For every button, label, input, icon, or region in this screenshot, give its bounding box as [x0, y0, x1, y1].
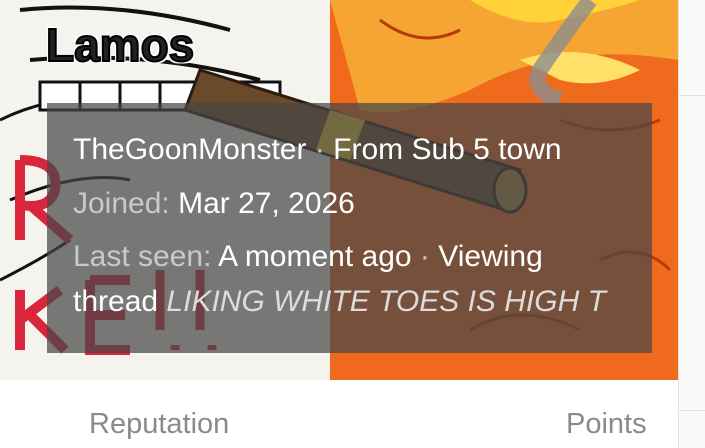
joined-line: Joined: Mar 27, 2026	[73, 187, 355, 221]
profile-stats-bar: Reputation Points	[0, 380, 678, 448]
user-title-line: TheGoonMonster · From Sub 5 town	[73, 133, 562, 167]
activity-thread-line: thread LIKING WHITE TOES IS HIGH T	[73, 285, 606, 319]
separator-dot: ·	[419, 240, 430, 273]
activity-word: thread	[73, 285, 159, 318]
location-text: From Sub 5 town	[333, 133, 562, 166]
joined-label: Joined:	[73, 187, 170, 220]
profile-info-panel: TheGoonMonster · From Sub 5 town Joined:…	[47, 103, 652, 353]
right-edge-panel	[678, 0, 705, 448]
divider	[679, 95, 705, 96]
profile-username: Lamos	[45, 18, 195, 72]
activity-prefix: Viewing	[438, 240, 543, 273]
thread-link[interactable]: LIKING WHITE TOES IS HIGH T	[166, 285, 606, 318]
last-seen-value: A moment ago	[218, 240, 412, 273]
divider	[679, 410, 705, 411]
last-seen-label: Last seen:	[73, 240, 212, 273]
joined-date: Mar 27, 2026	[178, 187, 355, 220]
reputation-label[interactable]: Reputation	[89, 408, 229, 441]
last-seen-line: Last seen: A moment ago · Viewing	[73, 240, 543, 274]
separator-dot: ·	[314, 133, 325, 166]
points-label[interactable]: Points	[566, 408, 647, 441]
user-title-link[interactable]: TheGoonMonster	[73, 133, 306, 166]
